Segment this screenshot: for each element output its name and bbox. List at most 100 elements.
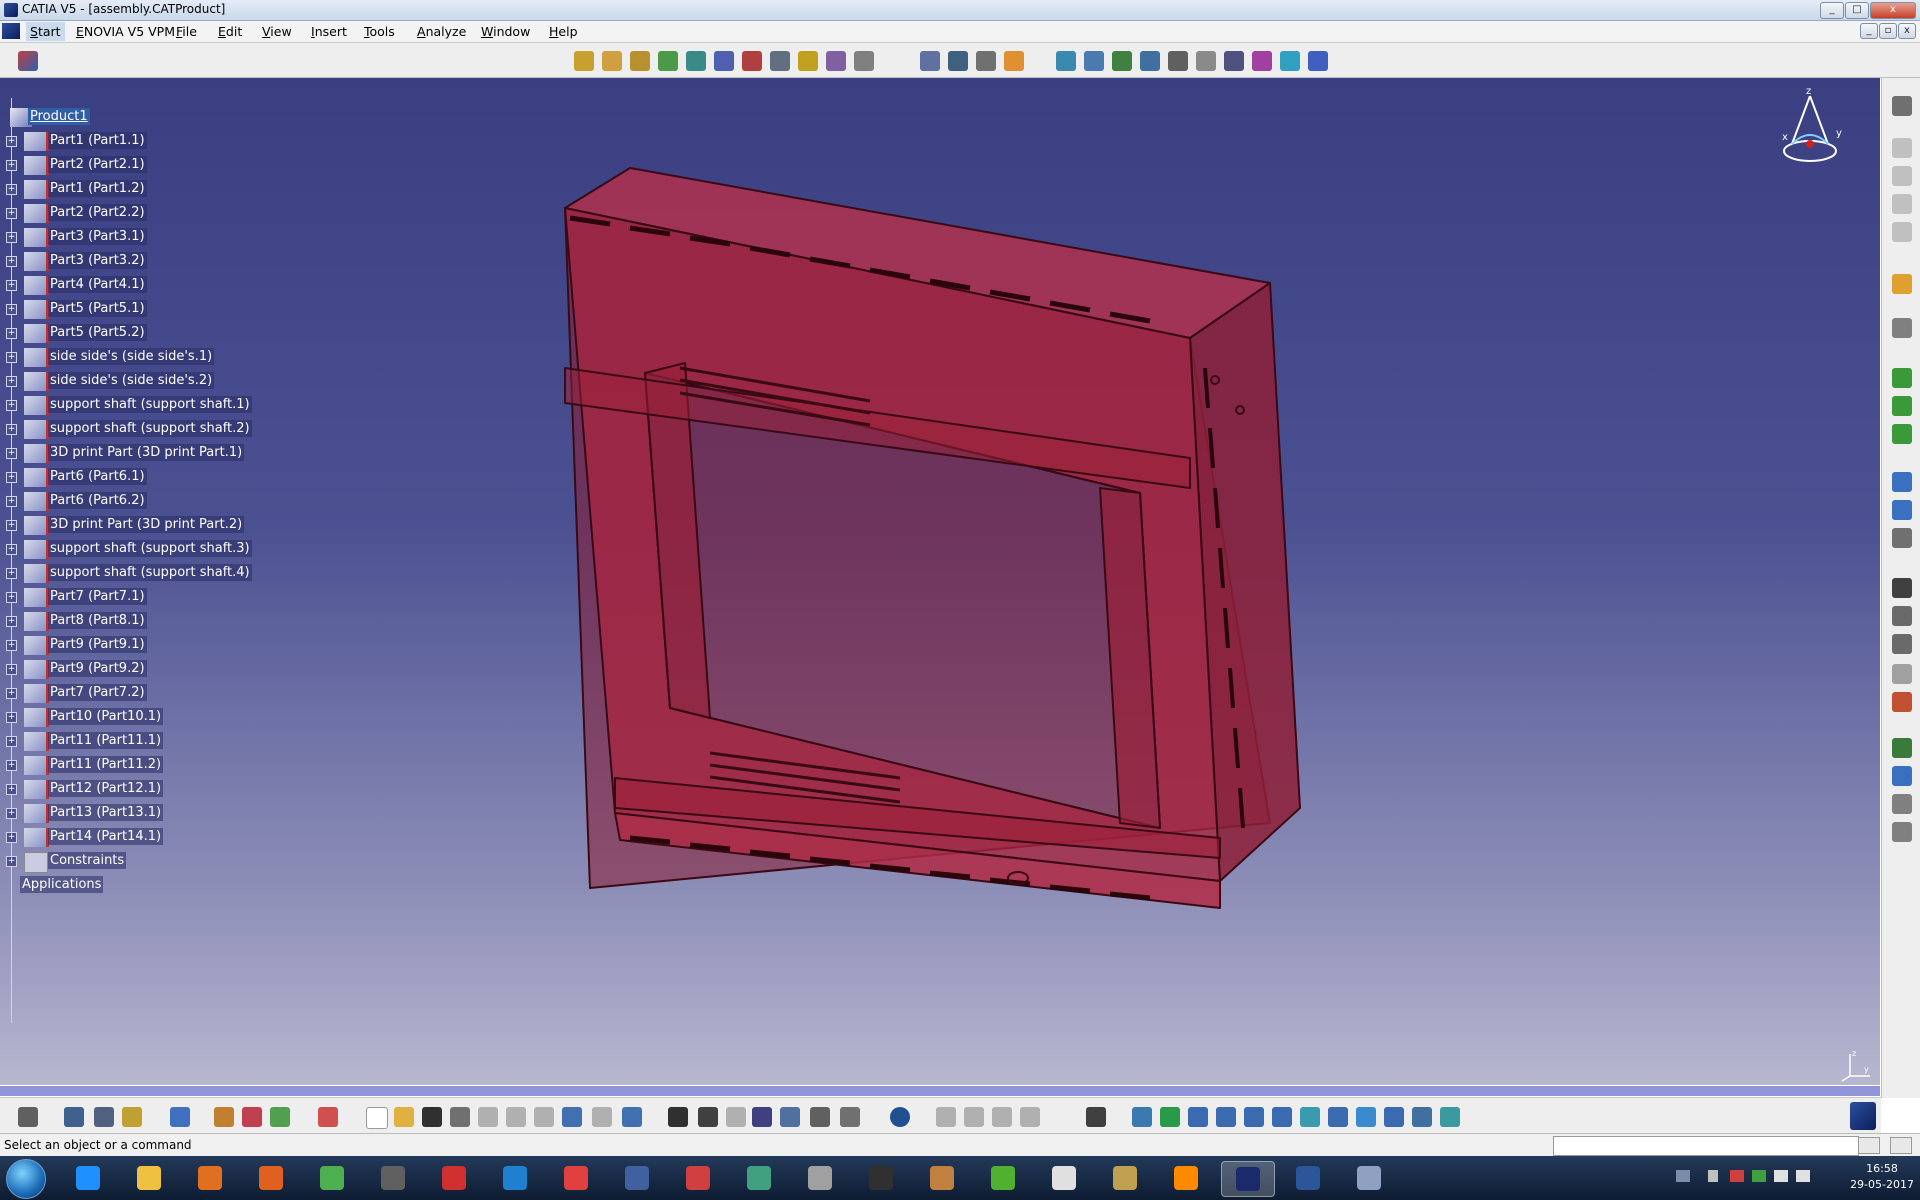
update-all-icon[interactable] xyxy=(18,1107,38,1127)
tree-item[interactable]: + Part13 (Part13.1) xyxy=(6,803,266,825)
graph-tree-icon[interactable] xyxy=(742,51,762,71)
create-multi-view-icon[interactable] xyxy=(1328,1107,1348,1127)
expand-plus-icon[interactable]: + xyxy=(6,400,17,411)
angle-constraint-icon[interactable] xyxy=(1140,51,1160,71)
lock-icon[interactable] xyxy=(810,1107,830,1127)
update-tray-icon[interactable] xyxy=(1752,1170,1766,1182)
expand-plus-icon[interactable]: + xyxy=(6,136,17,147)
minimize-button[interactable]: _ xyxy=(1820,2,1844,19)
existing-component-icon[interactable] xyxy=(602,51,622,71)
expand-plus-icon[interactable]: + xyxy=(6,376,17,387)
menu-help[interactable]: Help xyxy=(549,24,578,39)
taskbar-catia-button[interactable] xyxy=(1221,1161,1275,1197)
expand-plus-icon[interactable]: + xyxy=(6,712,17,723)
tree-constraints-label[interactable]: Constraints xyxy=(48,852,127,869)
tree-item-label[interactable]: support shaft (support shaft.3) xyxy=(48,540,252,557)
tree-item-label[interactable]: support shaft (support shaft.1) xyxy=(48,396,252,413)
select-arrow-icon[interactable] xyxy=(1892,274,1912,294)
expand-plus-icon[interactable]: + xyxy=(6,352,17,363)
multi-view-icon[interactable] xyxy=(1020,1107,1040,1127)
fly-mode-icon[interactable] xyxy=(1132,1107,1152,1127)
whats-this-icon[interactable] xyxy=(622,1107,642,1127)
tree-item-label[interactable]: side side's (side side's.1) xyxy=(48,348,215,365)
dimension-icon[interactable] xyxy=(1892,578,1912,598)
reactions-icon[interactable] xyxy=(270,1107,290,1127)
stop-manipulate-icon[interactable] xyxy=(1004,51,1024,71)
tree-item[interactable]: + Part7 (Part7.1) xyxy=(6,587,266,609)
generate-numbering-icon[interactable] xyxy=(770,51,790,71)
taskbar-vuze-app-button[interactable] xyxy=(977,1161,1029,1195)
catalog-browser-icon[interactable] xyxy=(214,1107,234,1127)
close-button[interactable]: x xyxy=(1870,2,1916,19)
taskbar-pdf-app-button[interactable] xyxy=(428,1161,480,1195)
bucket-icon[interactable] xyxy=(122,1107,142,1127)
menu-insert[interactable]: Insert xyxy=(311,24,347,39)
refresh-icon[interactable] xyxy=(890,1107,910,1127)
publish-icon[interactable] xyxy=(1892,738,1912,758)
new-component-icon[interactable] xyxy=(630,51,650,71)
expand-plus-icon[interactable]: + xyxy=(6,328,17,339)
taskbar-media-player-button[interactable] xyxy=(184,1161,236,1195)
measure-icon[interactable] xyxy=(1892,318,1912,338)
windows-start-button[interactable] xyxy=(6,1159,46,1199)
expand-plus-icon[interactable]: + xyxy=(6,568,17,579)
document-icon[interactable] xyxy=(2,23,20,39)
fix-component-icon[interactable] xyxy=(1168,51,1188,71)
rotate-icon[interactable] xyxy=(1216,1107,1236,1127)
tree-item-label[interactable]: Part3 (Part3.2) xyxy=(48,252,147,269)
tree-item[interactable]: + Part6 (Part6.1) xyxy=(6,467,266,489)
taskbar-illustrator-button[interactable] xyxy=(1160,1161,1212,1195)
expand-plus-icon[interactable]: + xyxy=(6,184,17,195)
tree-item[interactable]: + Part4 (Part4.1) xyxy=(6,275,266,297)
isometric-view-icon[interactable] xyxy=(1356,1107,1376,1127)
replace-component-icon[interactable] xyxy=(714,51,734,71)
tree-item-label[interactable]: Part9 (Part9.2) xyxy=(48,660,147,677)
tree-item-label[interactable]: Part13 (Part13.1) xyxy=(48,804,164,821)
expand-plus-icon[interactable]: + xyxy=(6,472,17,483)
offset-constraint-icon[interactable] xyxy=(1112,51,1132,71)
new-file-icon[interactable] xyxy=(366,1107,388,1129)
tree-item[interactable]: + side side's (side side's.1) xyxy=(6,347,266,369)
expand-plus-icon[interactable]: + xyxy=(6,160,17,171)
manage-representations-icon[interactable] xyxy=(826,51,846,71)
tree-item-label[interactable]: 3D print Part (3D print Part.1) xyxy=(48,444,245,461)
tree-item-label[interactable]: Part10 (Part10.1) xyxy=(48,708,164,725)
change-constraint-icon[interactable] xyxy=(1280,51,1300,71)
scenes-icon[interactable] xyxy=(1892,500,1912,520)
bill-of-material-icon[interactable] xyxy=(1892,472,1912,492)
menu-file[interactable]: File xyxy=(176,24,197,39)
assembly-model[interactable] xyxy=(470,118,1320,918)
pad-icon[interactable] xyxy=(1892,166,1912,186)
tree-item-label[interactable]: Part11 (Part11.1) xyxy=(48,732,164,749)
tree-item[interactable]: + Part11 (Part11.2) xyxy=(6,755,266,777)
save-icon[interactable] xyxy=(422,1107,442,1127)
tree-item-label[interactable]: Part5 (Part5.2) xyxy=(48,324,147,341)
catalog-icon[interactable] xyxy=(1892,692,1912,712)
taskbar-customizer-app-button[interactable] xyxy=(1343,1161,1395,1195)
redo-icon[interactable] xyxy=(592,1107,612,1127)
expand-plus-icon[interactable]: + xyxy=(6,232,17,243)
tree-item[interactable]: + Part2 (Part2.1) xyxy=(6,155,266,177)
fit-all-icon[interactable] xyxy=(1160,1107,1180,1127)
manipulation-icon[interactable] xyxy=(920,51,940,71)
taskbar-pdf-reader-button[interactable] xyxy=(672,1161,724,1195)
tree-item-label[interactable]: Part11 (Part11.2) xyxy=(48,756,164,773)
taskbar-inkscape-app-button[interactable] xyxy=(855,1161,907,1195)
product-icon[interactable] xyxy=(18,51,38,71)
tree-item[interactable]: + support shaft (support shaft.2) xyxy=(6,419,266,441)
expand-plus-icon[interactable]: + xyxy=(6,304,17,315)
move-icon[interactable] xyxy=(64,1107,84,1127)
expand-plus-icon[interactable]: + xyxy=(6,640,17,651)
knowledge-icon[interactable] xyxy=(242,1107,262,1127)
taskbar-internet-explorer-button[interactable] xyxy=(62,1161,114,1195)
expand-plus-icon[interactable]: + xyxy=(6,688,17,699)
tree-item-label[interactable]: Part9 (Part9.1) xyxy=(48,636,147,653)
flexible-rigid-icon[interactable] xyxy=(1252,51,1272,71)
expand-plus-icon[interactable]: + xyxy=(6,448,17,459)
tree-item[interactable]: + Part8 (Part8.1) xyxy=(6,611,266,633)
taskbar-document-app-button[interactable] xyxy=(550,1161,602,1195)
tree-root-label[interactable]: Product1 xyxy=(28,108,90,125)
tree-item-label[interactable]: Part7 (Part7.1) xyxy=(48,588,147,605)
taskbar-file-explorer-button[interactable] xyxy=(123,1161,175,1195)
expand-plus-icon[interactable]: + xyxy=(6,256,17,267)
